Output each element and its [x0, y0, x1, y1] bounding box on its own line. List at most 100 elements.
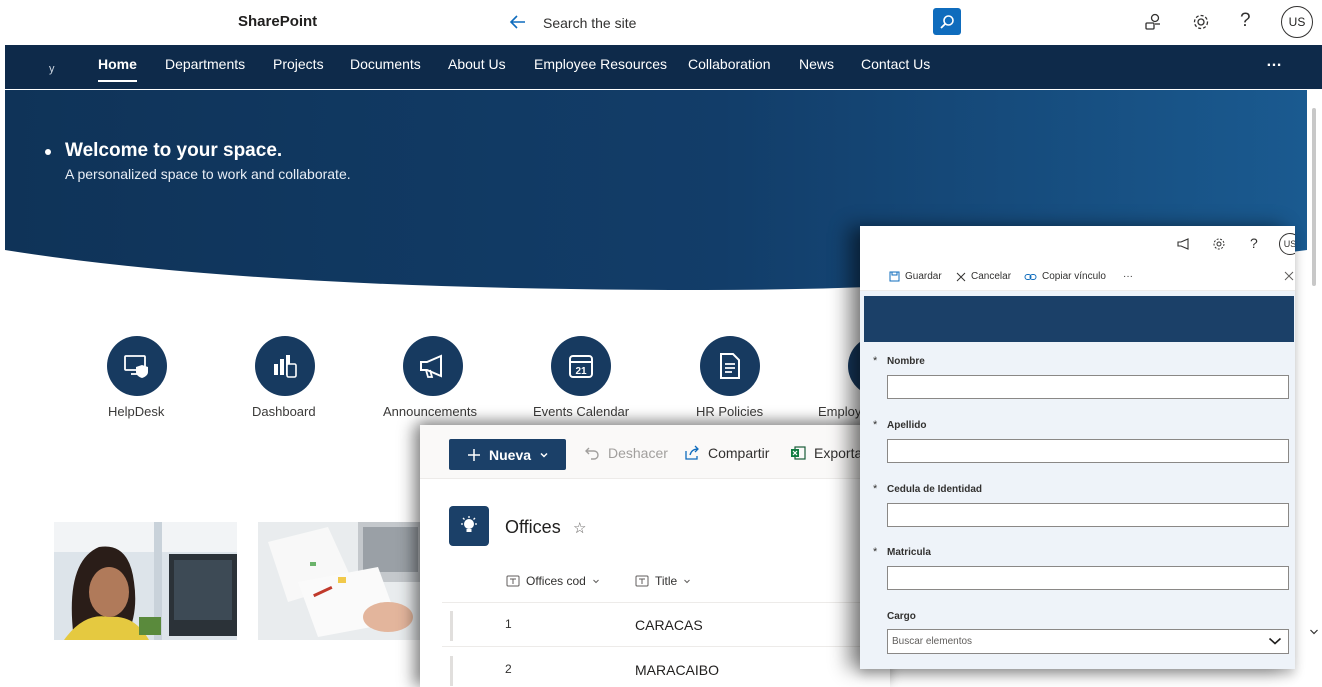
scroll-down-chevron-icon[interactable] — [1309, 627, 1319, 637]
nav-more-icon[interactable]: … — [1266, 53, 1283, 71]
gear-icon[interactable] — [1191, 12, 1211, 32]
field-label-nombre: Nombre — [887, 356, 925, 367]
quicklink-events-calendar[interactable]: 21 — [551, 336, 611, 396]
quicklink-announcements[interactable] — [403, 336, 463, 396]
nav-projects[interactable]: Projects — [273, 56, 324, 72]
search-icon — [939, 14, 955, 30]
quicklink-events-calendar-label[interactable]: Events Calendar — [533, 404, 629, 419]
quicklink-helpdesk-label[interactable]: HelpDesk — [108, 404, 164, 419]
undo-icon — [584, 445, 600, 461]
quicklink-hr-policies-label[interactable]: HR Policies — [696, 404, 763, 419]
nav-employee-resources[interactable]: Employee Resources — [534, 56, 667, 72]
cargo-lookup-field[interactable]: Buscar elementos — [887, 629, 1289, 654]
table-row[interactable]: 1 CARACAS — [442, 603, 890, 647]
megaphone-icon — [417, 351, 449, 381]
nav-departments[interactable]: Departments — [165, 56, 245, 72]
search-button[interactable] — [933, 8, 961, 35]
chevron-down-icon — [683, 577, 691, 585]
nav-news[interactable]: News — [799, 56, 834, 72]
cell-title[interactable]: CARACAS — [635, 617, 703, 633]
save-label: Guardar — [905, 271, 942, 282]
chevron-down-icon — [592, 577, 600, 585]
user-avatar[interactable]: US — [1281, 6, 1313, 38]
page-scrollbar[interactable] — [1312, 108, 1316, 286]
quicklink-employee-label[interactable]: Employ — [818, 404, 861, 419]
field-label-matricula: Matricula — [887, 547, 931, 558]
field-label-cedula: Cedula de Identidad — [887, 484, 983, 495]
text-column-icon — [506, 575, 520, 587]
link-icon — [1024, 272, 1037, 282]
dashboard-chart-icon — [270, 351, 300, 381]
calendar-icon: 21 — [567, 352, 595, 380]
cargo-placeholder: Buscar elementos — [892, 636, 973, 647]
row-select-handle[interactable] — [450, 656, 453, 686]
row-select-handle[interactable] — [450, 611, 453, 641]
help-icon[interactable]: ? — [1250, 235, 1258, 251]
undo-button[interactable]: Deshacer — [584, 445, 668, 461]
cell-offices-cod: 1 — [505, 617, 512, 631]
help-icon[interactable]: ? — [1240, 10, 1251, 32]
nav-about-us[interactable]: About Us — [448, 56, 506, 72]
column-header-offices-cod[interactable]: Offices cod — [506, 574, 600, 588]
cancel-label: Cancelar — [971, 271, 1012, 282]
column-header-label: Offices cod — [526, 574, 586, 588]
nav-collaboration[interactable]: Collaboration — [688, 56, 771, 72]
form-command-bar: Guardar Cancelar Copiar vínculo ··· — [860, 261, 1295, 291]
site-logo[interactable]: y — [49, 63, 55, 75]
export-label: Exporta — [814, 445, 863, 461]
required-marker: * — [873, 483, 878, 495]
list-column-headers: Offices cod Title — [442, 559, 890, 603]
cedula-field[interactable] — [887, 503, 1289, 527]
required-marker: * — [873, 546, 878, 558]
close-panel-icon[interactable] — [1284, 271, 1294, 281]
user-avatar[interactable]: US — [1279, 233, 1295, 255]
gear-icon[interactable] — [1212, 237, 1226, 251]
back-arrow-icon[interactable] — [508, 12, 528, 32]
nav-home[interactable]: Home — [98, 56, 137, 72]
required-marker: * — [873, 419, 878, 431]
share-label: Compartir — [708, 445, 770, 461]
column-header-title[interactable]: Title — [635, 574, 691, 588]
quicklink-announcements-label[interactable]: Announcements — [383, 404, 477, 419]
quicklink-helpdesk[interactable] — [107, 336, 167, 396]
megaphone-icon[interactable] — [1176, 237, 1190, 251]
calendar-icon-day: 21 — [575, 366, 587, 377]
matricula-field[interactable] — [887, 566, 1289, 590]
save-button[interactable]: Guardar — [889, 271, 942, 282]
hero-title: Welcome to your space. — [65, 140, 283, 161]
copy-link-button[interactable]: Copiar vínculo — [1024, 271, 1106, 282]
hero-bullet — [45, 149, 51, 155]
news-photo-woman-at-computer[interactable] — [54, 522, 237, 640]
cell-offices-cod: 2 — [505, 662, 512, 676]
quicklink-hr-policies[interactable] — [700, 336, 760, 396]
copy-link-label: Copiar vínculo — [1042, 271, 1106, 282]
nav-contact-us[interactable]: Contact Us — [861, 56, 930, 72]
quicklink-dashboard[interactable] — [255, 336, 315, 396]
more-options-icon[interactable]: ··· — [1123, 271, 1133, 282]
export-button[interactable]: Exporta — [790, 445, 862, 461]
share-icon — [684, 445, 700, 461]
hero-subtitle: A personalized space to work and collabo… — [65, 166, 351, 182]
list-command-bar: Nueva Deshacer Compartir Exporta — [420, 425, 890, 479]
quicklink-dashboard-label[interactable]: Dashboard — [252, 404, 316, 419]
plus-icon — [467, 448, 481, 462]
text-column-icon — [635, 575, 649, 587]
table-row[interactable]: 2 MARACAIBO — [442, 648, 890, 687]
search-input[interactable]: Search the site — [543, 15, 636, 31]
cell-title[interactable]: MARACAIBO — [635, 662, 719, 678]
policy-document-icon — [716, 351, 744, 381]
app-brand[interactable]: SharePoint — [238, 13, 317, 30]
site-navigation: y Home Departments Projects Documents Ab… — [5, 45, 1322, 89]
nombre-field[interactable] — [887, 375, 1289, 399]
cancel-button[interactable]: Cancelar — [956, 271, 1011, 282]
chevron-down-icon[interactable] — [1268, 635, 1282, 647]
share-button[interactable]: Compartir — [684, 445, 769, 461]
new-item-button[interactable]: Nueva — [449, 439, 566, 470]
news-photo-desk-documents[interactable] — [258, 522, 423, 640]
field-label-apellido: Apellido — [887, 420, 927, 431]
favorite-star-icon[interactable]: ☆ — [573, 519, 586, 537]
apellido-field[interactable] — [887, 439, 1289, 463]
new-item-label: Nueva — [489, 446, 532, 463]
share-feedback-icon[interactable] — [1143, 12, 1163, 32]
nav-documents[interactable]: Documents — [350, 56, 421, 72]
